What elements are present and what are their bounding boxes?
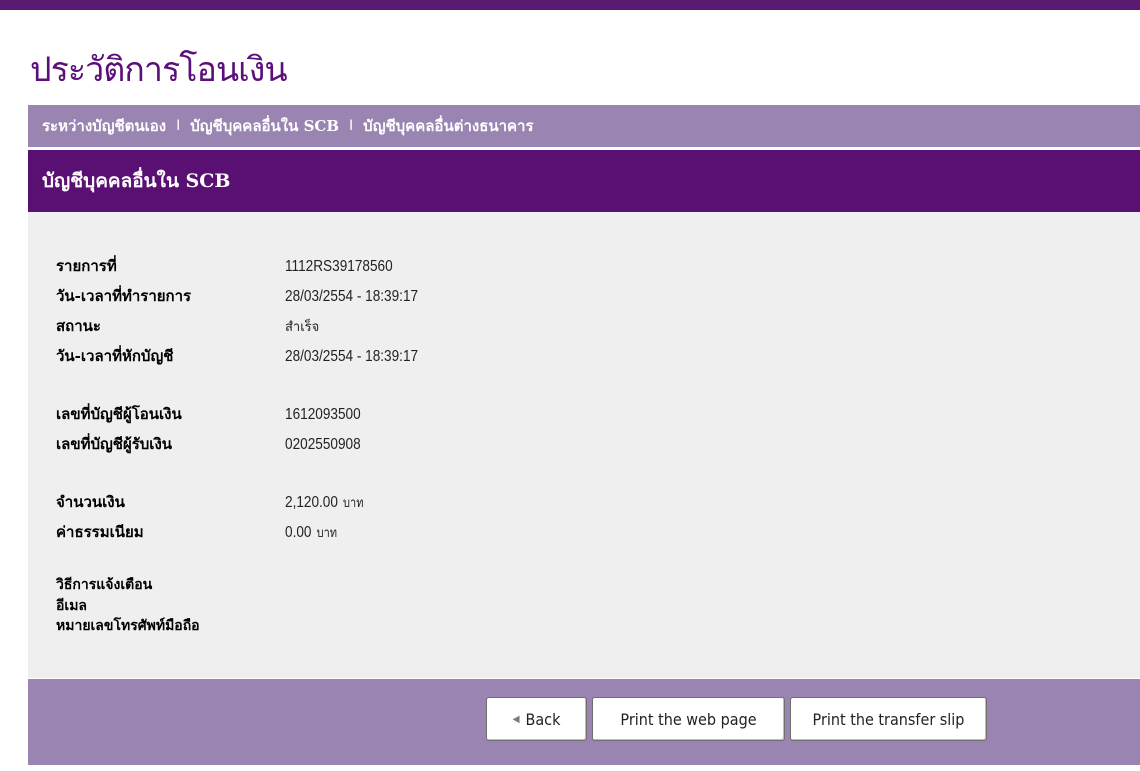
amount-value: 2,120.00 บาท bbox=[285, 492, 364, 513]
amount-label: จำนวนเงิน bbox=[56, 493, 125, 511]
fee-value: 0.00 บาท bbox=[285, 522, 337, 543]
receiver-account-value: 0202550908 bbox=[285, 436, 361, 453]
status-label: สถานะ bbox=[56, 317, 101, 335]
notify-method-label: วิธีการแจ้งเตือน bbox=[56, 577, 153, 593]
nav-own-accounts[interactable]: ระหว่างบัญชีตนเอง bbox=[42, 114, 166, 138]
sender-account-label: เลขที่บัญชีผู้โอนเงิน bbox=[56, 405, 182, 423]
amount-number: 2,120.00 bbox=[285, 494, 338, 511]
action-bar: ◀ Back Print the web page Print the tran… bbox=[28, 679, 1140, 765]
back-arrow-icon: ◀ bbox=[512, 713, 520, 725]
detail-row-fee: ค่าธรรมเนียม 0.00 บาท bbox=[56, 520, 346, 548]
section-header: บัญชีบุคคลอื่นใน SCB bbox=[28, 150, 1140, 212]
currency-unit: บาท bbox=[343, 496, 364, 511]
print-transfer-slip-button[interactable]: Print the transfer slip bbox=[790, 697, 987, 741]
mobile-label: หมายเลขโทรศัพท์มือถือ bbox=[56, 618, 200, 634]
detail-row-status: สถานะ สำเร็จ bbox=[56, 314, 319, 342]
nav-separator: I bbox=[349, 118, 354, 134]
back-button-label: Back bbox=[525, 709, 561, 729]
nav-separator: I bbox=[176, 118, 181, 134]
detail-row-sender-account: เลขที่บัญชีผู้โอนเงิน 1612093500 bbox=[56, 402, 374, 430]
transfer-type-nav: ระหว่างบัญชีตนเอง I บัญชีบุคคลอื่นใน SCB… bbox=[28, 105, 1140, 147]
fee-number: 0.00 bbox=[285, 524, 312, 541]
fee-label: ค่าธรรมเนียม bbox=[56, 523, 144, 541]
txn-datetime-value: 28/03/2554 - 18:39:17 bbox=[285, 288, 419, 305]
nav-other-scb-accounts[interactable]: บัญชีบุคคลอื่นใน SCB bbox=[190, 114, 339, 138]
txn-datetime-label: วัน-เวลาที่ทำรายการ bbox=[56, 287, 192, 305]
transaction-no-value: 1112RS39178560 bbox=[285, 258, 393, 275]
receiver-account-label: เลขที่บัญชีผู้รับเงิน bbox=[56, 435, 173, 453]
detail-row-receiver-account: เลขที่บัญชีผู้รับเงิน 0202550908 bbox=[56, 432, 374, 460]
email-label: อีเมล bbox=[56, 598, 88, 614]
transaction-no-label: รายการที่ bbox=[56, 257, 117, 275]
top-brand-strip bbox=[0, 0, 1140, 10]
detail-row-amount: จำนวนเงิน 2,120.00 บาท bbox=[56, 490, 377, 518]
nav-other-bank-accounts[interactable]: บัญชีบุคคลอื่นต่างธนาคาร bbox=[363, 114, 533, 138]
status-value: สำเร็จ bbox=[285, 320, 320, 335]
transfer-details-panel: รายการที่ 1112RS39178560 วัน-เวลาที่ทำรา… bbox=[28, 212, 1140, 678]
debit-datetime-value: 28/03/2554 - 18:39:17 bbox=[285, 348, 419, 365]
back-button[interactable]: ◀ Back bbox=[486, 697, 587, 741]
debit-datetime-label: วัน-เวลาที่หักบัญชี bbox=[56, 347, 174, 365]
detail-row-debit-datetime: วัน-เวลาที่หักบัญชี 28/03/2554 - 18:39:1… bbox=[56, 344, 442, 372]
sender-account-value: 1612093500 bbox=[285, 406, 361, 423]
detail-row-txn-datetime: วัน-เวลาที่ทำรายการ 28/03/2554 - 18:39:1… bbox=[56, 284, 442, 312]
currency-unit: บาท bbox=[316, 526, 338, 541]
detail-row-transaction-no: รายการที่ 1112RS39178560 bbox=[56, 254, 412, 282]
section-title: บัญชีบุคคลอื่นใน SCB bbox=[42, 170, 231, 192]
print-web-page-button[interactable]: Print the web page bbox=[592, 697, 785, 741]
page-title: ประวัติการโอนเงิน bbox=[30, 50, 288, 90]
